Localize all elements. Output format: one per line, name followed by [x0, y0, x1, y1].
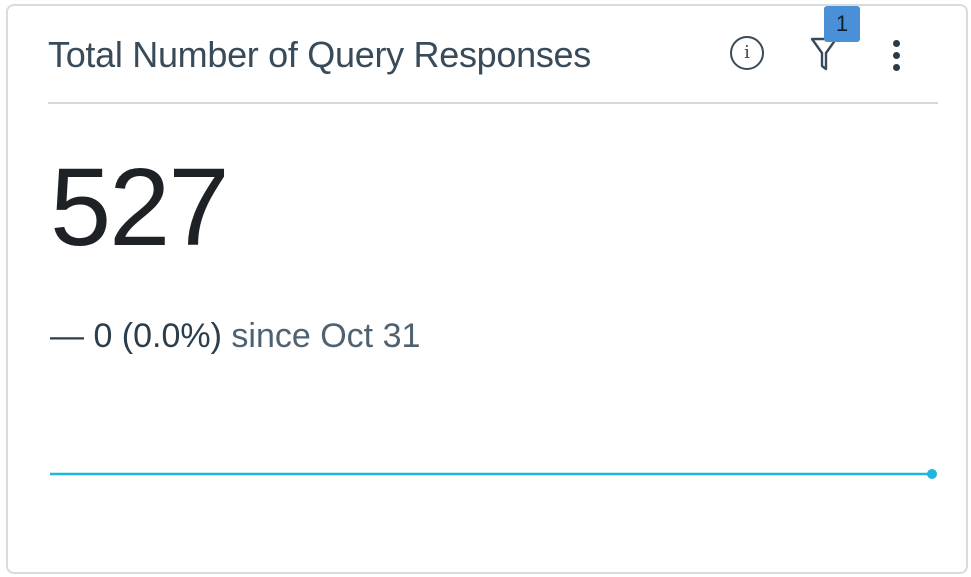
- sparkline: [50, 469, 937, 479]
- metric-card: Total Number of Query Responses i 1 527 …: [6, 4, 968, 574]
- card-title: Total Number of Query Responses: [48, 34, 591, 75]
- filter-count-badge: 1: [824, 6, 860, 42]
- change-amount: 0 (0.0%): [93, 317, 222, 355]
- more-vertical-icon[interactable]: [888, 38, 906, 74]
- metric-value: 527: [50, 146, 230, 269]
- sparkline-endpoint: [927, 469, 937, 479]
- info-icon[interactable]: i: [730, 36, 764, 70]
- change-summary: — 0 (0.0%) since Oct 31: [50, 317, 420, 356]
- flat-trend-icon: —: [50, 317, 84, 355]
- change-since: since Oct 31: [231, 317, 421, 355]
- card-header: Total Number of Query Responses i 1: [48, 6, 938, 104]
